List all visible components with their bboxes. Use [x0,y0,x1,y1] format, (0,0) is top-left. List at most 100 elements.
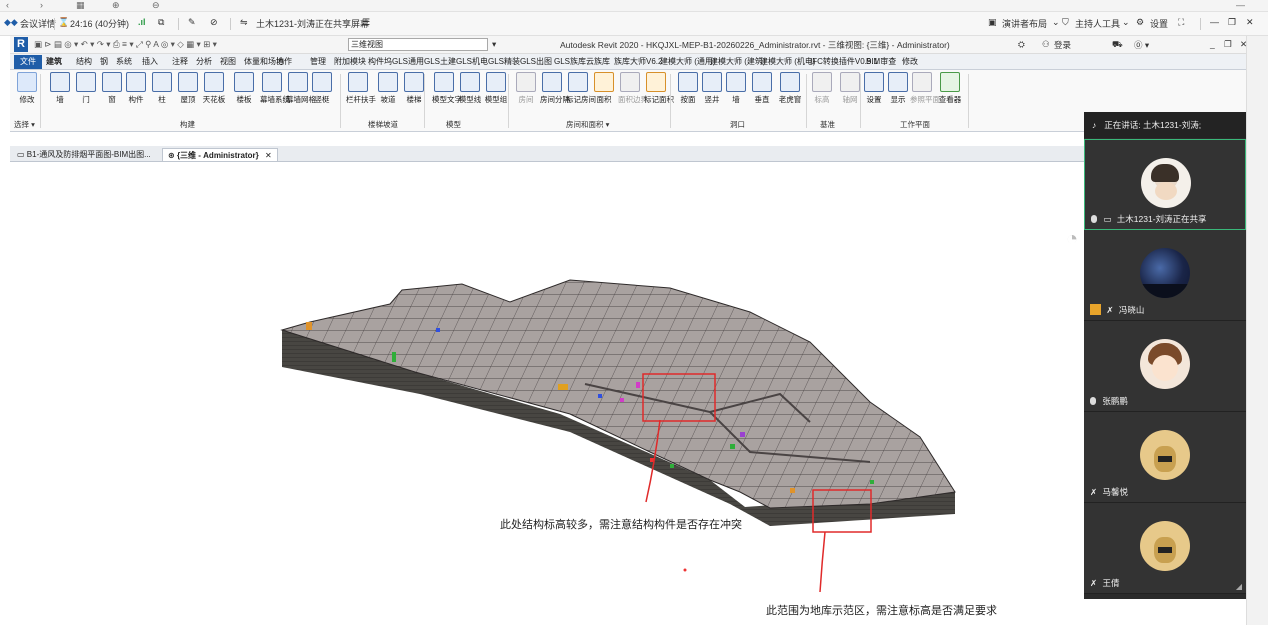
ribbon-button[interactable]: 标高 [810,72,834,104]
ribbon-button[interactable]: 垂直 [750,72,774,104]
ribbon-button[interactable]: 标记房间 [566,72,596,104]
hide-icon[interactable]: ⊘ [210,17,218,28]
participant-tile[interactable]: ✗ 冯晓山 [1084,230,1246,321]
ribbon-button[interactable]: 坡道 [376,72,400,104]
tab-22[interactable]: 建模大师 (通用) [660,56,716,67]
presenter-layout-button[interactable]: 演讲者布局 [1002,17,1047,30]
resize-handle-icon[interactable]: ◢ [1236,582,1242,591]
annotate-icon[interactable]: ✎ [188,17,196,28]
participant-tile[interactable]: ▭ 土木1231-刘涛正在共享 [1084,139,1246,230]
ribbon-button[interactable]: 楼板 [232,72,256,104]
tab-0[interactable]: 文件 [14,55,42,69]
participant-tile[interactable]: 张鹏鹏 [1084,321,1246,412]
apps-icon[interactable]: ▦ [76,0,85,11]
signal-icon[interactable]: .ıl [138,17,146,27]
doc-tab-3d-view[interactable]: ⊛ {三维 - Administrator} ✕ [162,148,278,161]
chevron-down-icon[interactable]: ⌄ [1122,17,1130,28]
ribbon-button[interactable]: 天花板 [202,72,226,104]
ribbon-button[interactable]: 参照平面 [910,72,940,104]
ribbon-panel-title[interactable]: 房间和面积 ▾ [566,119,609,130]
tab-4[interactable]: 系统 [116,56,132,67]
popout-icon[interactable]: ⧉ [158,17,164,28]
tab-26[interactable]: BIM审查 [866,56,896,67]
view-combo-box[interactable]: 三维视图 [348,38,488,51]
tab-2[interactable]: 结构 [76,56,92,67]
tab-10[interactable]: 协作 [276,56,292,67]
ribbon-button[interactable]: 竖井 [700,72,724,104]
cart-icon[interactable]: ⛟ [1112,39,1123,51]
tab-18[interactable]: GLS出图 [520,56,552,67]
ribbon-button[interactable]: 面积边界 [618,72,648,104]
login-button[interactable]: 登录 [1054,39,1071,51]
tab-5[interactable]: 插入 [142,56,158,67]
participant-tile[interactable]: ✗ 王倩 ◢ [1084,503,1246,594]
back-icon[interactable]: ‹ [6,0,9,10]
tab-13[interactable]: 构件坞 [368,56,392,67]
tab-15[interactable]: GLS土建 [424,56,456,67]
zoom-in-icon[interactable]: ⊕ [112,0,120,11]
tab-23[interactable]: 建模大师 (建筑) [710,56,766,67]
revit-logo-icon[interactable]: R [14,37,28,52]
help-icon[interactable]: ⓪ ▾ [1134,39,1149,51]
tab-27[interactable]: 修改 [902,56,918,67]
ribbon-button[interactable]: 墙 [724,72,748,104]
ribbon-button[interactable]: 栏杆扶手 [346,72,376,104]
ribbon-button[interactable]: 标记面积 [644,72,674,104]
ribbon-button[interactable]: 门 [74,72,98,104]
ribbon-button[interactable]: 幕墙网格 [286,72,316,104]
binoculars-icon[interactable]: ⛭ [1018,39,1025,50]
ribbon-button[interactable]: 墙 [48,72,72,104]
tab-24[interactable]: 建模大师 (机电) [760,56,816,67]
tab-12[interactable]: 附加模块 [334,56,366,67]
tab-11[interactable]: 管理 [310,56,326,67]
host-tools-button[interactable]: 主持人工具 [1075,17,1120,30]
ribbon-button[interactable]: 面积 [592,72,616,104]
ribbon-button[interactable]: 房间 [514,72,538,104]
ribbon-button[interactable]: 楼梯 [402,72,426,104]
minimize-icon[interactable]: _ [1210,39,1215,49]
tab-1[interactable]: 建筑 [46,56,62,67]
tab-3[interactable]: 钢 [100,56,108,67]
ribbon-button[interactable]: 柱 [150,72,174,104]
ribbon-button[interactable]: 显示 [886,72,910,104]
participant-tile[interactable]: ✗ 马馨悦 [1084,412,1246,503]
settings-button[interactable]: 设置 [1150,17,1168,30]
tab-7[interactable]: 分析 [196,56,212,67]
doc-tab-floorplan[interactable]: ▭ B1-通风及防排烟平面图-BIM出图... [12,148,156,161]
3d-view-canvas[interactable]: 此处结构标高较多，需注意结构构件是否存在冲突 此范围为地库示范区，需注意标高是否… [10,162,1084,625]
ribbon-button[interactable]: 设置 [862,72,886,104]
close-icon[interactable]: ✕ [1246,17,1254,28]
tab-19[interactable]: GLS族库 [554,56,586,67]
ribbon-button[interactable]: 按面 [676,72,700,104]
quick-access-toolbar[interactable]: ▣ ⊳ ▤ ◎ ▾ ↶ ▾ ↷ ▾ ⎙ ≡ ▾ ⤢ ⚲ A ◎ ▾ ◇ ▦ ▾ … [34,39,217,50]
tab-17[interactable]: GLS精装 [488,56,520,67]
chevron-down-icon[interactable]: ⌄ [1052,17,1060,28]
ribbon-button[interactable]: 老虎窗 [778,72,802,104]
ribbon-button[interactable]: 窗 [100,72,124,104]
ribbon-button[interactable]: 模型组 [484,72,508,104]
restore-icon[interactable]: ❐ [1224,39,1232,50]
tab-14[interactable]: GLS通用 [392,56,424,67]
tab-16[interactable]: GLS机电 [456,56,488,67]
share-menu-icon[interactable]: ☰ [362,17,370,28]
ribbon-button[interactable]: 竖梃 [310,72,334,104]
ribbon-panel-title[interactable]: 选择 ▾ [14,119,35,130]
close-icon[interactable]: ✕ [265,151,272,160]
fullscreen-icon[interactable]: ⛶ [1178,17,1184,28]
meeting-details-button[interactable]: 会议详情 [20,17,56,30]
restore-icon[interactable]: ❐ [1228,17,1236,28]
chevron-down-icon[interactable]: ▾ [492,39,496,50]
ribbon-button[interactable]: 屋顶 [176,72,200,104]
minimize-icon[interactable]: — [1236,0,1245,10]
ribbon-button[interactable]: 模型线 [458,72,482,104]
meeting-timer[interactable]: 24:16 (40分钟) [70,17,129,30]
ribbon-button[interactable]: 幕墙系统 [260,72,290,104]
ribbon-button[interactable]: 轴网 [838,72,862,104]
viewcube-icon[interactable]: ◔ [1066,228,1078,251]
ribbon-button[interactable]: 构件 [124,72,148,104]
zoom-out-icon[interactable]: ⊖ [152,0,160,11]
ribbon-button[interactable]: 模型文字 [432,72,462,104]
ribbon-button[interactable]: 房间分隔 [540,72,570,104]
ribbon-button[interactable]: 查看器 [938,72,962,104]
tab-21[interactable]: 族库大师V6.2 [614,56,662,67]
